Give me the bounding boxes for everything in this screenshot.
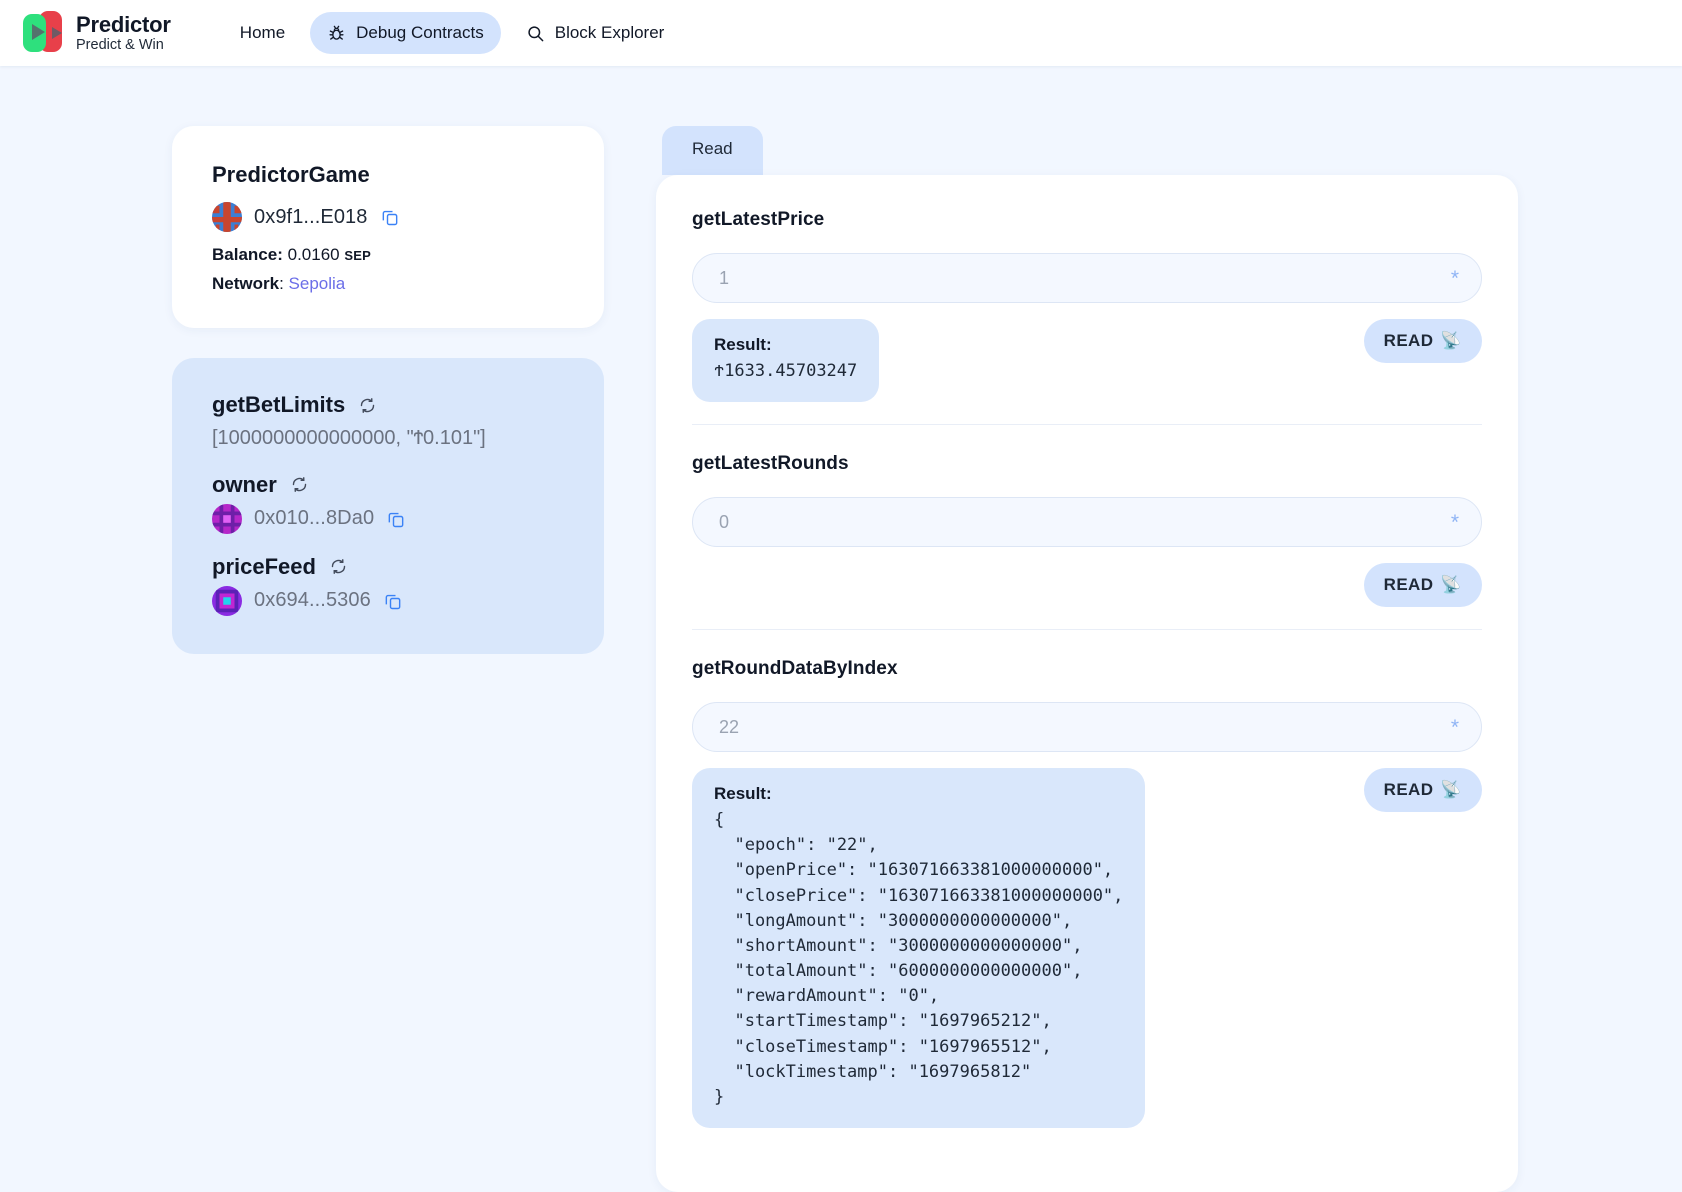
page-body: PredictorGame 0x9f1...E018 Balance: 0.01…	[0, 66, 1682, 1192]
function-result-row: Result: { "epoch": "22", "openPrice": "1…	[692, 768, 1482, 1129]
balance-value: 0.0160	[287, 245, 340, 264]
refresh-icon[interactable]	[359, 397, 376, 414]
network-value: Sepolia	[288, 274, 346, 293]
contract-variables-card: getBetLimits [1000000000000000, "Ϯ0.101"…	[172, 358, 604, 654]
brand-subtitle: Predict & Win	[76, 37, 164, 54]
required-asterisk-icon: *	[1450, 715, 1459, 739]
copy-icon[interactable]	[386, 509, 406, 529]
result-label: Result:	[714, 784, 772, 804]
function-result-row: Result: Ϯ1633.45703247 READ 📡	[692, 319, 1482, 403]
function-name: getLatestPrice	[692, 209, 825, 230]
nav-link-debug-contracts[interactable]: Debug Contracts	[310, 12, 501, 54]
brand-logo-link[interactable]: Predictor Predict & Win	[14, 8, 177, 58]
variable-name-row: owner	[212, 472, 564, 498]
variable-address-row: 0x694...5306	[212, 585, 564, 616]
refresh-icon[interactable]	[330, 558, 347, 575]
variable-label: priceFeed	[212, 553, 316, 579]
satellite-dish-icon: 📡	[1440, 575, 1462, 595]
left-column: PredictorGame 0x9f1...E018 Balance: 0.01…	[172, 126, 604, 1192]
owner-avatar	[212, 503, 242, 534]
variable-name-row: getBetLimits	[212, 392, 564, 418]
contract-address[interactable]: 0x9f1...E018	[254, 206, 368, 229]
search-icon	[526, 24, 545, 43]
satellite-dish-icon: 📡	[1440, 780, 1462, 800]
read-button-label: READ	[1383, 331, 1434, 350]
contract-name: PredictorGame	[212, 162, 370, 187]
read-panel: getLatestPrice 1 * Result: Ϯ1633.4570324…	[656, 175, 1518, 1192]
copy-icon[interactable]	[380, 207, 400, 227]
read-button[interactable]: READ 📡	[1363, 563, 1482, 608]
brand-text: Predictor Predict & Win	[76, 11, 171, 54]
nav-link-block-explorer-label: Block Explorer	[554, 23, 665, 42]
price-feed-address[interactable]: 0x694...5306	[254, 589, 371, 612]
nav-link-home-label: Home	[239, 23, 286, 42]
nav-link-home[interactable]: Home	[223, 12, 302, 54]
price-feed-avatar	[212, 585, 242, 616]
variable-label: owner	[212, 471, 277, 497]
variable-price-feed: priceFeed 0x694...5306	[212, 554, 564, 616]
function-get-latest-rounds: getLatestRounds 0 * READ 📡	[692, 424, 1482, 629]
brand-title: Predictor	[76, 11, 171, 37]
nav-link-block-explorer[interactable]: Block Explorer	[509, 12, 682, 54]
refresh-icon[interactable]	[291, 476, 308, 493]
result-label: Result:	[714, 335, 772, 354]
variable-label: getBetLimits	[212, 392, 346, 417]
contract-info-card: PredictorGame 0x9f1...E018 Balance: 0.01…	[172, 126, 604, 328]
function-input-placeholder: 1	[719, 267, 730, 288]
network-row: Network: Sepolia	[212, 274, 346, 293]
right-column: Read getLatestPrice 1 * Result: Ϯ1633.45…	[656, 126, 1518, 1192]
result-box: Result: { "epoch": "22", "openPrice": "1…	[692, 768, 1146, 1129]
function-input[interactable]: 22 *	[692, 702, 1482, 753]
variable-address-row: 0x010...8Da0	[212, 503, 564, 534]
copy-icon[interactable]	[383, 591, 403, 611]
read-button-label: READ	[1383, 575, 1434, 595]
result-box: Result: Ϯ1633.45703247	[692, 319, 880, 403]
function-name: getLatestRounds	[692, 453, 849, 475]
predictor-logo-icon	[20, 8, 64, 58]
nav-links: Home Debug Contracts Block Explorer	[223, 12, 682, 54]
nav-link-debug-contracts-label: Debug Contracts	[356, 23, 484, 42]
function-input-placeholder: 22	[719, 716, 740, 737]
tab-read[interactable]: Read	[662, 126, 763, 175]
function-result-row: READ 📡	[692, 563, 1482, 608]
result-value: Ϯ1633.45703247	[714, 361, 858, 381]
balance-row: Balance: 0.0160 SEP	[212, 245, 564, 265]
contract-address-row: 0x9f1...E018	[212, 202, 564, 232]
read-button-label: READ	[1383, 780, 1434, 800]
function-get-round-data-by-index: getRoundDataByIndex 22 * Result: { "epoc…	[692, 629, 1482, 1150]
function-input[interactable]: 1 *	[692, 253, 1482, 303]
navbar: Predictor Predict & Win Home Debug Contr…	[0, 0, 1682, 66]
tab-bar: Read	[656, 126, 1518, 175]
read-button[interactable]: READ 📡	[1363, 768, 1482, 813]
function-input-placeholder: 0	[719, 511, 730, 532]
contract-avatar	[212, 202, 242, 232]
variable-owner: owner 0x010...8Da0	[212, 472, 564, 534]
read-button[interactable]: READ 📡	[1363, 319, 1482, 363]
variable-value: [1000000000000000, "Ϯ0.101"]	[212, 427, 486, 449]
balance-label: Balance:	[212, 245, 283, 264]
result-value: { "epoch": "22", "openPrice": "163071663…	[714, 810, 1124, 1107]
function-name: getRoundDataByIndex	[692, 658, 898, 680]
network-label: Network	[212, 274, 280, 293]
balance-unit: SEP	[344, 248, 371, 263]
variable-name-row: priceFeed	[212, 554, 564, 580]
function-input[interactable]: 0 *	[692, 497, 1482, 548]
variable-get-bet-limits: getBetLimits [1000000000000000, "Ϯ0.101"…	[212, 392, 564, 454]
bug-icon	[327, 24, 346, 43]
owner-address[interactable]: 0x010...8Da0	[254, 507, 374, 530]
function-get-latest-price: getLatestPrice 1 * Result: Ϯ1633.4570324…	[692, 209, 1482, 424]
required-asterisk-icon: *	[1450, 266, 1459, 290]
satellite-dish-icon: 📡	[1440, 331, 1462, 350]
required-asterisk-icon: *	[1450, 510, 1459, 534]
